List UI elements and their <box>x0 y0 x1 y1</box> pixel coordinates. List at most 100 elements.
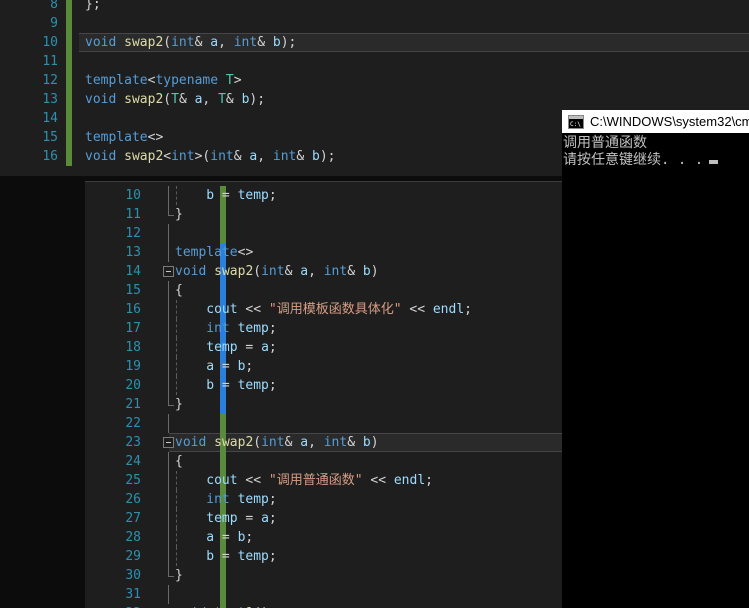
code-line-text[interactable]: { <box>175 281 183 300</box>
outlining-guide <box>168 243 169 262</box>
code-token: template <box>85 130 148 145</box>
code-line-text[interactable]: int temp; <box>206 319 276 338</box>
change-bar-saved <box>66 52 72 71</box>
code-token: ; <box>425 473 433 488</box>
code-line-text[interactable]: cout << "调用模板函数具体化" << endl; <box>206 300 472 319</box>
change-bar-saved <box>66 109 72 128</box>
code-line-text[interactable]: temp = a; <box>206 509 276 528</box>
code-token: a <box>206 359 215 374</box>
code-token: , <box>308 435 324 450</box>
code-token: ( <box>253 435 262 450</box>
code-line-text[interactable]: void swap2(int& a, int& b); <box>85 33 296 52</box>
code-line-text[interactable]: int temp; <box>206 490 276 509</box>
code-line-text[interactable]: }; <box>85 0 101 14</box>
outlining-guide <box>168 471 169 490</box>
indent-guide <box>176 357 177 376</box>
code-token: { <box>175 454 183 469</box>
code-token: void <box>85 92 117 107</box>
change-bar-unsaved <box>220 395 226 414</box>
code-token: endl <box>432 302 465 317</box>
indent-guide <box>176 509 177 528</box>
collapse-fold-icon[interactable] <box>163 437 174 448</box>
code-line-text[interactable]: { <box>175 452 183 471</box>
console-output-line: 调用普通函数 <box>563 135 647 151</box>
outlining-guide <box>168 547 169 566</box>
code-editor-bottom[interactable]: 10 b = temp; 11} 12 13 template<> 14 void swap2… <box>85 181 562 608</box>
code-line-text[interactable]: template<> <box>85 128 163 147</box>
code-token: swap2 <box>214 264 254 279</box>
code-line-text[interactable]: void swap2<int>(int& a, int& b); <box>85 147 336 166</box>
code-line-text[interactable]: } <box>175 205 183 224</box>
code-token: = <box>214 188 238 203</box>
code-line-text[interactable]: a = b; <box>206 528 253 547</box>
code-token: swap2 <box>214 435 254 450</box>
console-cursor <box>709 160 719 164</box>
code-line-text[interactable]: void test1() <box>175 604 269 608</box>
code-token: & <box>257 35 273 50</box>
code-token: , <box>308 264 324 279</box>
code-token: ; <box>268 378 277 393</box>
code-line-text[interactable]: void swap2(int& a, int& b) <box>175 262 379 281</box>
code-token: & <box>296 149 313 164</box>
outlining-guide <box>168 490 169 509</box>
line-number: 10 <box>125 188 141 203</box>
line-number: 21 <box>125 397 141 412</box>
line-number: 27 <box>125 511 141 526</box>
code-line-text[interactable]: template<> <box>175 243 253 262</box>
code-line-text[interactable]: void swap2(T& a, T& b); <box>85 90 265 109</box>
indent-guide <box>176 547 177 566</box>
code-token: template <box>175 245 238 260</box>
collapse-fold-icon[interactable] <box>163 266 174 277</box>
code-token: = <box>214 530 238 545</box>
code-token: } <box>175 207 183 222</box>
code-line-text[interactable]: void swap2(int& a, int& b) <box>175 433 379 452</box>
outlining-guide <box>168 224 169 243</box>
code-line-text[interactable]: b = temp; <box>206 547 276 566</box>
line-number: 17 <box>125 321 141 336</box>
code-line-text[interactable]: b = temp; <box>206 186 276 205</box>
line-number: 18 <box>125 340 141 355</box>
outlining-guide <box>168 414 169 433</box>
console-output-line-with-cursor: 请按任意键继续. . . <box>563 152 749 169</box>
code-token: ; <box>92 0 101 12</box>
code-line-text[interactable]: } <box>175 566 183 585</box>
code-token: int <box>210 149 234 164</box>
line-number: 14 <box>125 264 141 279</box>
code-token: ; <box>268 340 277 355</box>
code-token: cout <box>206 473 238 488</box>
code-token: b <box>206 188 215 203</box>
console-window[interactable]: C:\ C:\WINDOWS\system32\cm 调用普通函数 请按任意键继… <box>562 110 749 608</box>
code-line-text[interactable]: temp = a; <box>206 338 276 357</box>
code-token: int <box>261 435 285 450</box>
code-token: ; <box>268 188 277 203</box>
code-token: int <box>233 35 258 50</box>
code-token: temp <box>237 549 269 564</box>
outlining-guide <box>168 452 169 471</box>
code-token: "调用普通函数" <box>268 473 363 488</box>
code-token: int <box>323 264 348 279</box>
code-line-text[interactable]: template<typename T> <box>85 71 242 90</box>
change-bar-saved <box>66 147 72 166</box>
code-token: int <box>272 149 297 164</box>
line-number: 14 <box>42 111 58 126</box>
line-number: 29 <box>125 549 141 564</box>
change-bar-saved <box>220 414 226 433</box>
code-token: temp <box>237 378 269 393</box>
console-titlebar[interactable]: C:\ C:\WINDOWS\system32\cm <box>562 110 749 133</box>
code-token: ( <box>163 92 172 107</box>
line-number: 9 <box>50 16 58 31</box>
change-bar-saved <box>66 128 72 147</box>
outlining-guide-elbow <box>168 215 174 216</box>
indent-guide <box>176 528 177 547</box>
code-line-text[interactable]: cout << "调用普通函数" << endl; <box>206 471 433 490</box>
code-line-text[interactable]: b = temp; <box>206 376 276 395</box>
code-token: swap2 <box>124 92 164 107</box>
code-line-text[interactable]: } <box>175 395 183 414</box>
code-token: ) <box>370 435 379 450</box>
code-line-text[interactable]: a = b; <box>206 357 253 376</box>
change-bar-saved <box>66 33 72 52</box>
code-token: void <box>85 149 117 164</box>
code-token: a <box>300 435 309 450</box>
